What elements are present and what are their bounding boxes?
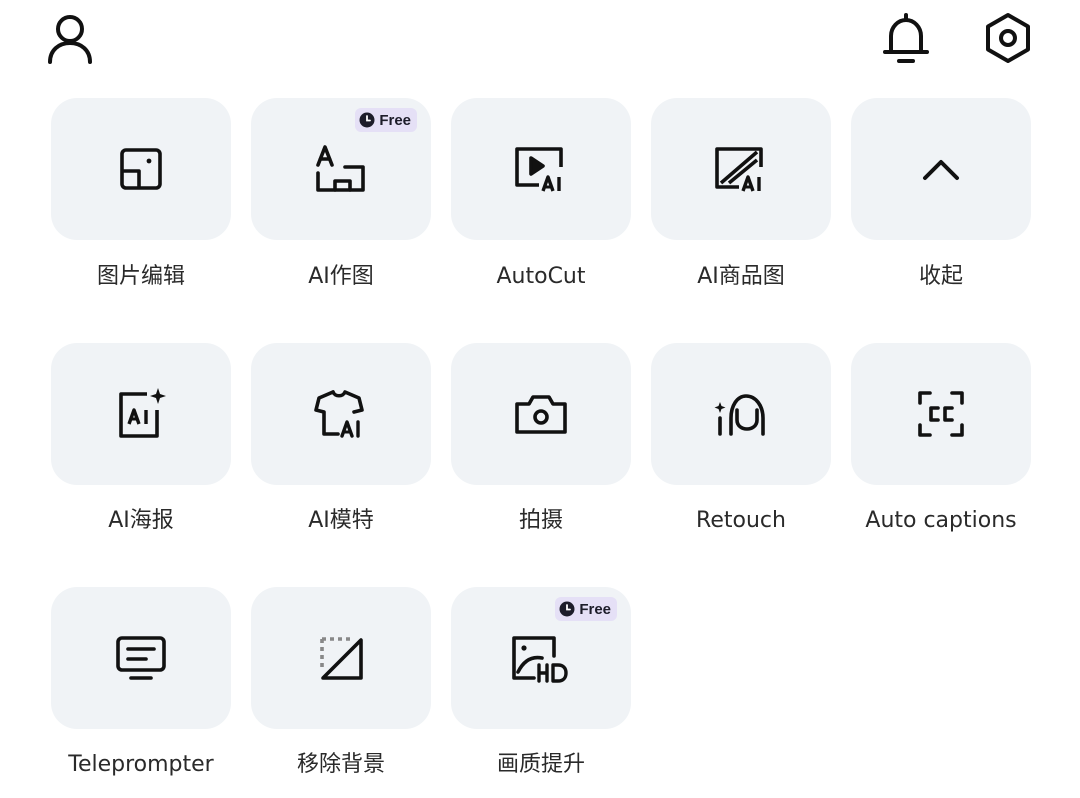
tool-label: Auto captions bbox=[865, 508, 1017, 533]
tool-tile-ai-poster[interactable] bbox=[51, 343, 231, 485]
clock-icon bbox=[359, 112, 375, 128]
tool-label: 画质提升 bbox=[496, 752, 585, 777]
tool-label: Teleprompter bbox=[68, 752, 214, 777]
tool-label: AI模特 bbox=[308, 508, 374, 533]
tool-tile-retouch[interactable] bbox=[651, 343, 831, 485]
camera-icon bbox=[515, 395, 567, 434]
teleprompter-icon bbox=[116, 636, 166, 680]
tool-label: 收起 bbox=[918, 264, 963, 289]
tool-label: Retouch bbox=[696, 508, 786, 533]
user-icon[interactable] bbox=[40, 8, 100, 68]
captions-icon bbox=[918, 391, 964, 437]
tool-tile-remove-background[interactable] bbox=[251, 587, 431, 729]
tool-tile-teleprompter[interactable] bbox=[51, 587, 231, 729]
tool-label: AI海报 bbox=[108, 508, 174, 533]
tool-tile-ai-drawing[interactable]: Free bbox=[251, 98, 431, 240]
tool-tile-ai-model[interactable] bbox=[251, 343, 431, 485]
tool-tile-camera[interactable] bbox=[451, 343, 631, 485]
tool-label: AI作图 bbox=[308, 264, 374, 289]
tool-label: 拍摄 bbox=[518, 508, 563, 533]
tool-label: AutoCut bbox=[496, 264, 586, 289]
tool-tile-photo-edit[interactable] bbox=[51, 98, 231, 240]
free-badge: Free bbox=[555, 597, 617, 621]
ai-model-shirt-icon bbox=[314, 390, 364, 438]
clock-icon bbox=[559, 601, 575, 617]
ai-product-image-icon bbox=[715, 147, 763, 192]
photo-edit-icon bbox=[120, 148, 162, 190]
tool-tile-hd-enhance[interactable]: Free bbox=[451, 587, 631, 729]
tool-tile-auto-captions[interactable] bbox=[851, 343, 1031, 485]
hexagon-settings-icon[interactable] bbox=[978, 8, 1038, 68]
remove-background-icon bbox=[320, 637, 363, 680]
free-badge-text: Free bbox=[379, 111, 411, 129]
retouch-icon bbox=[714, 394, 765, 436]
tool-tile-autocut[interactable] bbox=[451, 98, 631, 240]
free-badge: Free bbox=[355, 108, 417, 132]
ai-poster-icon bbox=[119, 388, 166, 438]
hd-enhance-icon bbox=[512, 636, 568, 683]
tool-label: 图片编辑 bbox=[96, 264, 185, 289]
chevron-up-icon bbox=[923, 160, 959, 180]
bell-icon[interactable] bbox=[876, 8, 936, 68]
tool-label: 移除背景 bbox=[296, 752, 385, 777]
free-badge-text: Free bbox=[579, 600, 611, 618]
ai-drawing-icon bbox=[316, 145, 365, 192]
tool-tile-ai-product-image[interactable] bbox=[651, 98, 831, 240]
autocut-icon bbox=[515, 147, 563, 192]
tool-tile-collapse[interactable] bbox=[851, 98, 1031, 240]
tool-label: AI商品图 bbox=[697, 264, 785, 289]
